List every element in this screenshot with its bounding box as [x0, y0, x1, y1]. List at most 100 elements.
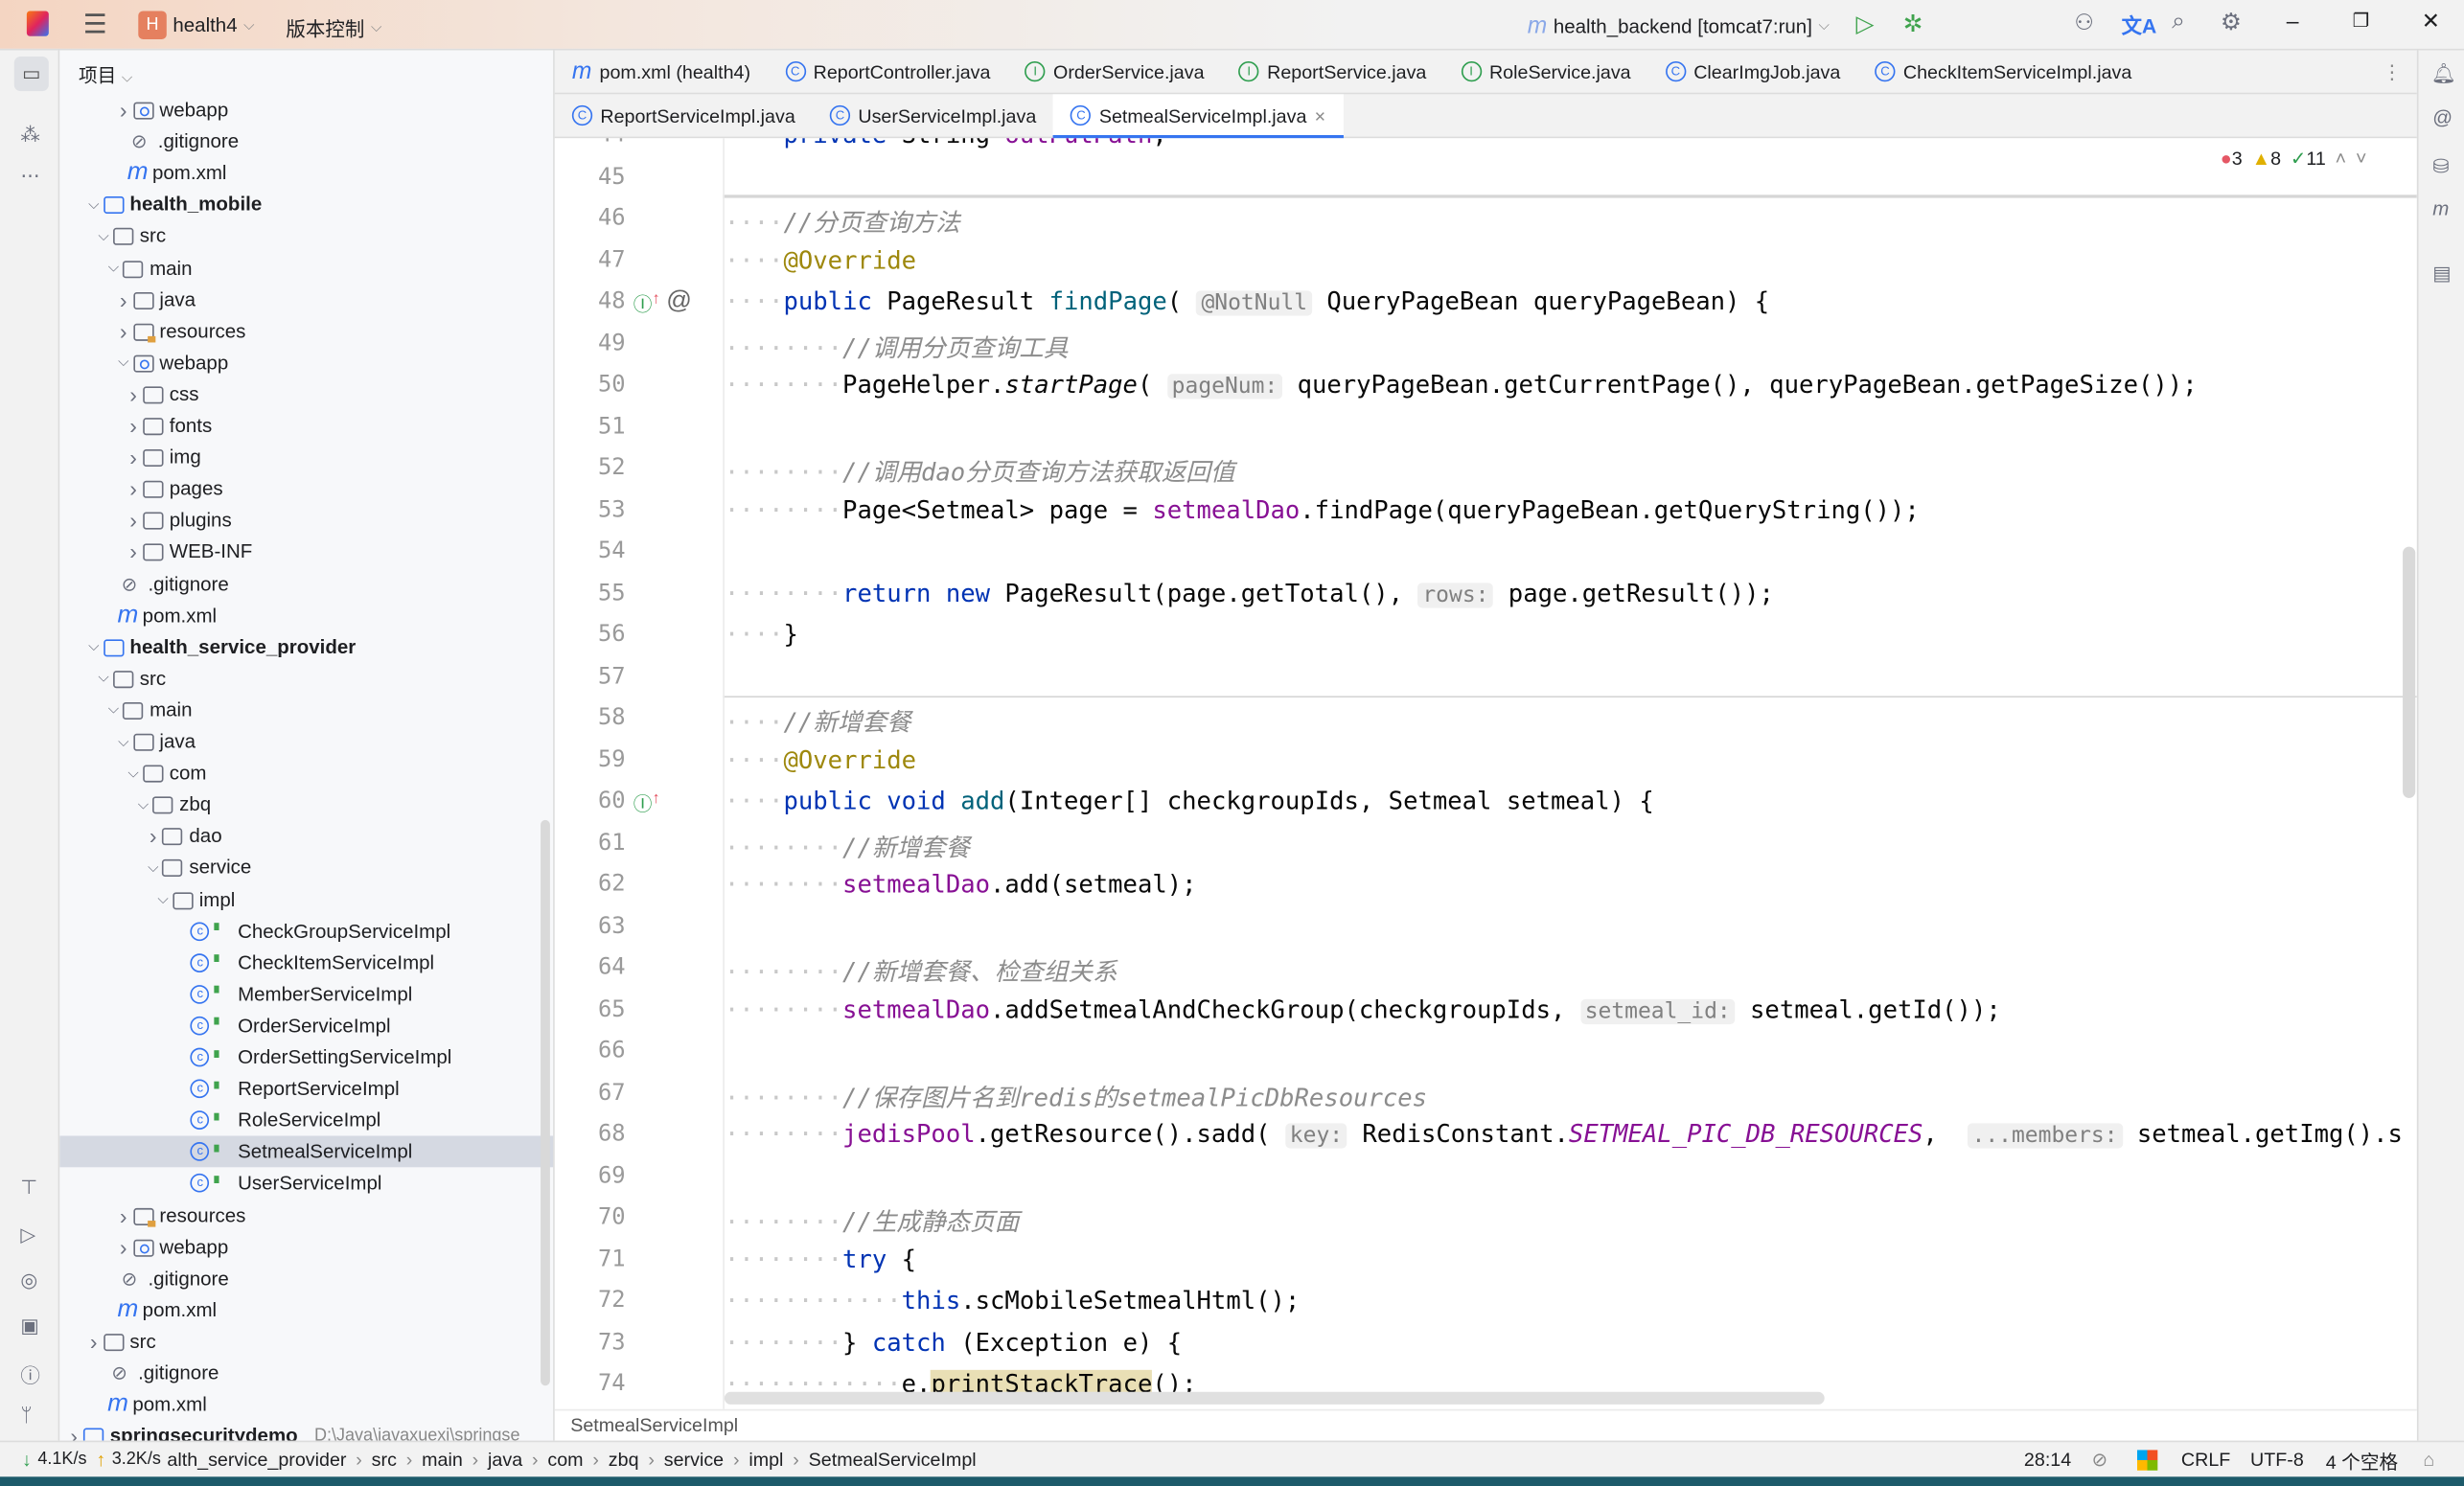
chevron-right-icon[interactable]: › [66, 1424, 81, 1441]
tree-item[interactable]: › resources [59, 315, 553, 347]
problems-icon[interactable]: ⓘ [20, 1359, 40, 1388]
tree-item[interactable]: ⌵ main [59, 252, 553, 284]
terminal-icon[interactable]: ▣ [20, 1314, 38, 1337]
tree-item[interactable]: m pom.xml [59, 1389, 553, 1421]
tree-item[interactable]: › resources [59, 1200, 553, 1231]
line-separator[interactable]: CRLF [2181, 1449, 2230, 1471]
status-breadcrumb-item[interactable]: main [422, 1449, 463, 1471]
windows-icon[interactable] [2136, 1450, 2158, 1471]
chevron-right-icon[interactable]: › [116, 286, 131, 311]
tree-item[interactable]: ▘ c SetmealServiceImpl [59, 1135, 554, 1168]
code-line[interactable]: ········Page<Setmeal> page = setmealDao.… [725, 495, 1920, 524]
tree-item[interactable]: ⊘ .gitignore [59, 1263, 553, 1294]
editor-tab[interactable]: C SetmealServiceImpl.java × [1053, 93, 1344, 138]
notifications-icon[interactable]: 🔔︎ [2431, 63, 2456, 87]
chevron-right-icon[interactable]: › [126, 445, 141, 469]
tree-item[interactable]: ▘ c CheckGroupServiceImpl [59, 915, 553, 947]
caret-position[interactable]: 28:14 [2024, 1449, 2071, 1471]
chevron-right-icon[interactable]: › [126, 381, 141, 406]
tree-item[interactable]: ⌵ main [59, 695, 553, 726]
structure-icon[interactable]: ⁂ [20, 123, 39, 147]
tree-item[interactable]: › springsecuritydemo D:\Java\javaxuexi\spr… [59, 1421, 553, 1441]
more-tools-icon[interactable]: ⋯ [20, 164, 39, 187]
tree-item[interactable]: ▘ c ReportServiceImpl [59, 1073, 553, 1105]
tree-item[interactable]: › plugins [59, 505, 553, 537]
chevron-right-icon[interactable]: › [116, 1234, 131, 1259]
tree-item[interactable]: m pom.xml [59, 1294, 553, 1326]
chevron-down-icon[interactable]: ⌵ [126, 765, 141, 782]
implements-gutter-icon[interactable]: Ⓘ↑ [633, 790, 660, 817]
project-switcher[interactable]: Hhealth4 ⌵ [138, 11, 254, 39]
code-line[interactable]: ········setmealDao.addSetmealAndCheckGro… [725, 995, 2001, 1024]
tree-item[interactable]: ⊘ .gitignore [59, 126, 553, 157]
run-tool-icon[interactable]: ▷ [20, 1223, 35, 1246]
lock-icon[interactable]: ⌂ [2423, 1449, 2434, 1471]
editor-tab[interactable]: I ReportService.java [1222, 50, 1444, 94]
status-breadcrumb-item[interactable]: zbq [609, 1449, 639, 1471]
chevron-down-icon[interactable]: ⌵ [96, 228, 111, 245]
code-line[interactable]: ········//新增套餐、检查组关系 [725, 953, 1117, 988]
chevron-right-icon[interactable]: › [126, 476, 141, 501]
tree-item[interactable]: › css [59, 378, 553, 410]
tree-item[interactable]: m pom.xml [59, 600, 553, 631]
chevron-down-icon[interactable]: ⌵ [135, 796, 150, 813]
tree-item[interactable]: › java [59, 284, 553, 315]
maximize-button[interactable]: ❐ [2353, 10, 2370, 32]
tree-item[interactable]: ⊘ .gitignore [59, 1358, 553, 1389]
file-encoding[interactable]: UTF-8 [2250, 1449, 2304, 1471]
chevron-down-icon[interactable]: ⌵ [105, 260, 121, 277]
minimize-button[interactable]: – [2287, 8, 2299, 33]
code-line[interactable]: ········//调用dao分页查询方法获取返回值 [725, 454, 1235, 489]
indent-setting[interactable]: 4 个空格 [2326, 1449, 2398, 1475]
annotation-gutter-icon[interactable]: @ [666, 287, 692, 316]
run-icon[interactable]: ▷ [1855, 10, 1874, 38]
editor-scrollbar[interactable] [2403, 546, 2416, 798]
code-line[interactable]: ····public void add(Integer[] checkgroup… [725, 787, 1654, 815]
status-breadcrumb-item[interactable]: service [664, 1449, 724, 1471]
chevron-down-icon[interactable]: ⌵ [145, 859, 160, 877]
chevron-right-icon[interactable]: › [126, 413, 141, 438]
code-line[interactable]: ········//调用分页查询工具 [725, 330, 1069, 364]
editor-tab[interactable]: I OrderService.java [1008, 50, 1222, 94]
chevron-right-icon[interactable]: › [86, 1329, 102, 1354]
code-line[interactable]: ········return new PageResult(page.getTo… [725, 579, 1774, 607]
code-line[interactable]: ············this.scMobileSetmealHtml(); [725, 1287, 1300, 1315]
tree-item[interactable]: ⌵ health_mobile [59, 189, 553, 220]
implements-gutter-icon[interactable]: Ⓘ↑ [633, 290, 660, 317]
tree-item[interactable]: ▘ c MemberServiceImpl [59, 978, 553, 1010]
tree-item[interactable]: › WEB-INF [59, 537, 553, 568]
code-line[interactable]: ········try { [725, 1245, 916, 1273]
editor-tab[interactable]: C ReportController.java [768, 50, 1007, 94]
readonly-icon[interactable]: ⊘ [2091, 1449, 2107, 1471]
chevron-right-icon[interactable]: › [116, 318, 131, 343]
code-line[interactable]: ····public PageResult findPage( @NotNull… [725, 287, 1769, 316]
close-tab-icon[interactable]: × [1315, 104, 1326, 126]
status-breadcrumb-item[interactable]: SetmealServiceImpl [809, 1449, 977, 1471]
vcs-menu[interactable]: 版本控制 ⌵ [286, 12, 381, 42]
code-line[interactable]: ····//分页查询方法 [725, 204, 960, 239]
chevron-down-icon[interactable]: ⌵ [116, 733, 131, 750]
tree-item[interactable]: ▘ c RoleServiceImpl [59, 1105, 553, 1136]
chevron-right-icon[interactable]: › [116, 1202, 131, 1227]
tree-item[interactable]: ⌵ zbq [59, 789, 553, 820]
tree-item[interactable]: ▘ c CheckItemServiceImpl [59, 947, 553, 978]
database-icon[interactable]: ⛁ [2432, 154, 2449, 177]
code-line[interactable]: ········//生成静态页面 [725, 1203, 1019, 1238]
tree-item[interactable]: ⌵ java [59, 726, 553, 758]
code-line[interactable]: ········//保存图片名到redis的setmealPicDbResour… [725, 1079, 1427, 1113]
project-scrollbar[interactable] [541, 819, 550, 1386]
editor-breadcrumb[interactable]: SetmealServiceImpl [554, 1408, 2417, 1441]
tree-item[interactable]: ⌵ impl [59, 883, 553, 915]
tabs-more-icon[interactable]: ⋮ [2383, 59, 2402, 83]
status-breadcrumb-item[interactable]: alth_service_provider [167, 1449, 346, 1471]
code-line[interactable]: ········} catch (Exception e) { [725, 1328, 1182, 1357]
chevron-right-icon[interactable]: › [126, 508, 141, 533]
tree-item[interactable]: › webapp [59, 1231, 553, 1263]
search-icon[interactable]: ⌕ [2172, 8, 2185, 34]
main-menu-icon[interactable]: ☰ [83, 10, 107, 41]
tree-item[interactable]: ⌵ src [59, 663, 553, 695]
horizontal-scrollbar[interactable] [724, 1391, 1825, 1405]
chevron-down-icon[interactable]: ⌵ [86, 638, 102, 655]
editor-tab[interactable]: C ClearImgJob.java [1648, 50, 1858, 94]
code-line[interactable]: ····//新增套餐 [725, 704, 911, 739]
